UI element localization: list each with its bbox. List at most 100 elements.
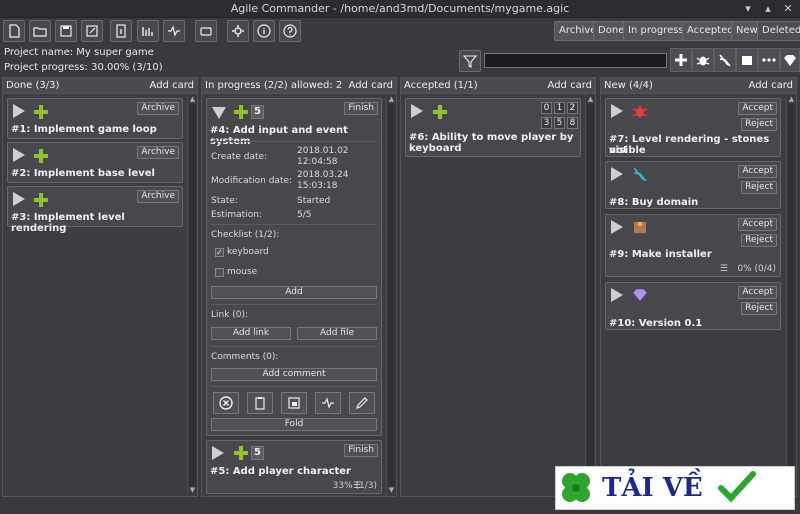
finish-button[interactable]: Finish: [344, 444, 378, 457]
filter-icon[interactable]: [459, 50, 481, 72]
accept-button[interactable]: Accept: [738, 102, 777, 115]
save-as-icon[interactable]: [81, 20, 103, 42]
add-link-button[interactable]: Add link: [211, 327, 291, 340]
fold-button[interactable]: Fold: [211, 418, 377, 431]
archive-button[interactable]: Archive: [137, 102, 179, 115]
info-icon[interactable]: [110, 20, 132, 42]
filter-deleted-button[interactable]: Deleted: [757, 21, 800, 41]
estimate-option[interactable]: 8: [567, 117, 578, 129]
expand-icon[interactable]: [13, 148, 25, 162]
card-4[interactable]: 5 Finish #4: Add input and event system …: [206, 98, 382, 436]
save-icon[interactable]: [55, 20, 77, 42]
expand-icon[interactable]: [13, 104, 25, 118]
maximize-icon[interactable]: ▴: [760, 1, 776, 16]
scroll-down-icon[interactable]: ▼: [387, 486, 396, 495]
pulse-icon[interactable]: [315, 392, 341, 414]
more-filter-icon[interactable]: [758, 48, 780, 72]
checkbox-keyboard[interactable]: ✓: [215, 248, 224, 257]
expand-icon[interactable]: [212, 446, 224, 460]
scroll-up-icon[interactable]: ▲: [586, 95, 595, 104]
card-5[interactable]: 5 Finish #5: Add player character ☰ 33% …: [206, 440, 382, 494]
estimate-option[interactable]: 0: [541, 102, 552, 114]
scrollbar[interactable]: ▲▼: [386, 94, 396, 496]
card-3[interactable]: Archive #3: Implement level rendering: [7, 186, 183, 234]
diamond-filter-icon[interactable]: [780, 48, 800, 72]
scrollbar[interactable]: ▲▼: [187, 94, 197, 496]
help-icon[interactable]: [279, 20, 301, 42]
bug-filter-icon[interactable]: [692, 48, 714, 72]
estimate-option[interactable]: 5: [554, 117, 565, 129]
expand-icon[interactable]: [611, 288, 623, 302]
checklist-label: Checklist (1/2):: [211, 230, 280, 240]
accept-button[interactable]: Accept: [738, 286, 777, 299]
project-name: Project name: My super game: [4, 47, 154, 58]
checkmark-icon: [717, 471, 756, 503]
scroll-up-icon[interactable]: ▲: [787, 95, 796, 104]
add-card-button[interactable]: Add card: [749, 80, 793, 91]
estimate-option[interactable]: 3: [541, 117, 552, 129]
expand-icon[interactable]: [411, 104, 423, 118]
finish-button[interactable]: Finish: [344, 102, 378, 115]
expand-icon[interactable]: [611, 167, 623, 181]
plus-filter-icon[interactable]: [670, 48, 692, 72]
chart-icon[interactable]: [137, 20, 159, 42]
save-card-icon[interactable]: [281, 392, 307, 414]
add-checklist-button[interactable]: Add: [211, 286, 377, 299]
add-card-button[interactable]: Add card: [548, 80, 592, 91]
card-7[interactable]: Accept Reject #7: Level rendering - ston…: [605, 98, 781, 157]
accept-button[interactable]: Accept: [738, 218, 777, 231]
search-input[interactable]: [484, 53, 667, 68]
add-card-button[interactable]: Add card: [150, 80, 194, 91]
pliers-filter-icon[interactable]: [714, 48, 736, 72]
checkbox-mouse[interactable]: [215, 268, 224, 277]
export-icon[interactable]: [195, 20, 217, 42]
collapse-icon[interactable]: [212, 107, 226, 119]
column-accepted: Accepted (1/1) Add card ▲▼ 0 1 2 3 5 8 #…: [400, 77, 596, 497]
reject-button[interactable]: Reject: [741, 118, 777, 131]
filter-inprogress-button[interactable]: In progress: [623, 21, 689, 41]
clipboard-icon[interactable]: [247, 392, 273, 414]
scroll-up-icon[interactable]: ▲: [188, 95, 197, 104]
state-value: Started: [297, 196, 331, 206]
delete-icon[interactable]: [213, 392, 239, 414]
close-icon[interactable]: ✕: [780, 1, 796, 16]
reject-button[interactable]: Reject: [741, 181, 777, 194]
expand-icon[interactable]: [611, 220, 623, 234]
card-title: #4: Add input and event system: [210, 125, 348, 147]
expand-icon[interactable]: [13, 192, 25, 206]
edit-icon[interactable]: [349, 392, 375, 414]
estimate-option[interactable]: 1: [554, 102, 565, 114]
scrollbar[interactable]: ▲▼: [786, 94, 796, 496]
archive-button[interactable]: Archive: [137, 146, 179, 159]
expand-icon[interactable]: [611, 104, 623, 118]
card-10[interactable]: Accept Reject #10: Version 0.1: [605, 282, 781, 330]
scrollbar[interactable]: ▲▼: [585, 94, 595, 496]
card-6[interactable]: 0 1 2 3 5 8 #6: Ability to move player b…: [405, 98, 581, 157]
card-8[interactable]: Accept Reject #8: Buy domain: [605, 161, 781, 209]
add-card-button[interactable]: Add card: [349, 80, 393, 91]
card-9[interactable]: Accept Reject #9: Make installer ☰ 0% (0…: [605, 214, 781, 277]
card-1[interactable]: Archive #1: Implement game loop: [7, 98, 183, 139]
reject-button[interactable]: Reject: [741, 234, 777, 247]
minimize-icon[interactable]: ▾: [740, 1, 756, 16]
about-icon[interactable]: [253, 20, 275, 42]
window-titlebar: Agile Commander - /home/and3md/Documents…: [0, 0, 800, 18]
project-progress: Project progress: 30.00% (3/10): [4, 62, 163, 73]
estimation-badge: 5: [251, 446, 264, 460]
new-file-icon[interactable]: [3, 20, 25, 42]
archive-button[interactable]: Archive: [137, 190, 179, 203]
open-folder-icon[interactable]: [29, 20, 51, 42]
card-progress: 33% (1/3): [332, 481, 377, 491]
add-file-button[interactable]: Add file: [297, 327, 377, 340]
accept-button[interactable]: Accept: [738, 165, 777, 178]
reject-button[interactable]: Reject: [741, 302, 777, 315]
scroll-up-icon[interactable]: ▲: [387, 95, 396, 104]
add-comment-button[interactable]: Add comment: [211, 368, 377, 381]
settings-icon[interactable]: [227, 20, 249, 42]
box-filter-icon[interactable]: [736, 48, 758, 72]
card-2[interactable]: Archive #2: Implement base level: [7, 142, 183, 183]
scroll-down-icon[interactable]: ▼: [188, 486, 197, 495]
estimate-option[interactable]: 2: [567, 102, 578, 114]
pulse-icon[interactable]: [163, 20, 185, 42]
mod-date-value: 2018.03.24: [297, 170, 349, 180]
